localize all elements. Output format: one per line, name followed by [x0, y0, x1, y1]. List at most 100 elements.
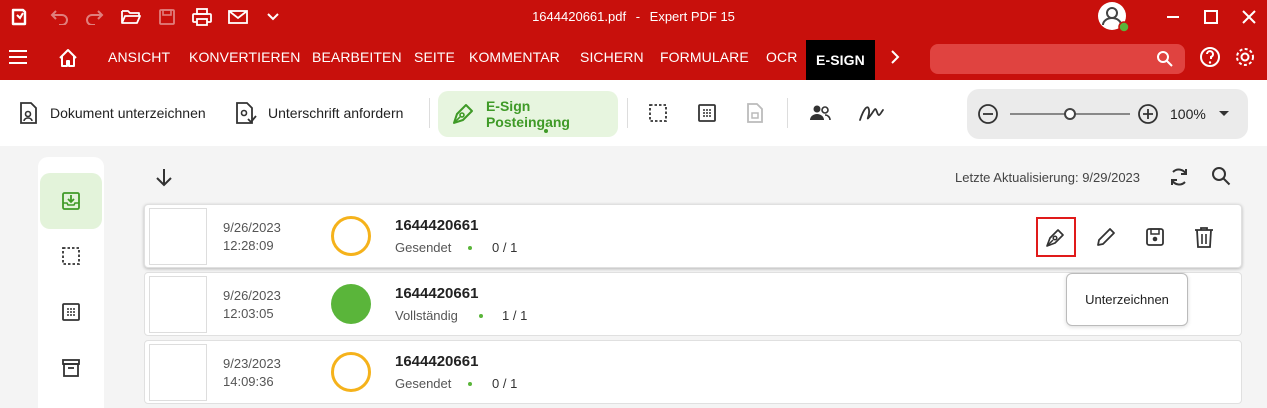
zoom-out-icon[interactable]	[977, 103, 999, 125]
window-app-name: Expert PDF 15	[649, 9, 735, 24]
document-time: 12:28:09	[223, 238, 274, 253]
user-avatar[interactable]	[1096, 0, 1130, 34]
sign-tooltip: Unterzeichnen	[1066, 273, 1188, 326]
open-folder-icon[interactable]	[118, 0, 144, 34]
menu-formulare[interactable]: FORMULARE	[660, 34, 749, 80]
menu-e-sign[interactable]: E-SIGN	[806, 40, 875, 80]
menu-ansicht[interactable]: ANSICHT	[108, 34, 170, 80]
pencil-icon	[1097, 228, 1115, 246]
archive-nav-icon[interactable]	[40, 340, 102, 396]
document-status: Gesendet	[395, 240, 452, 255]
menu-konvertieren[interactable]: KONVERTIEREN	[189, 34, 300, 80]
zoom-control: 100%	[967, 89, 1248, 139]
zoom-slider-thumb[interactable]	[1064, 108, 1076, 120]
zoom-in-icon[interactable]	[1137, 103, 1159, 125]
trash-icon	[1195, 227, 1213, 248]
request-signature-icon	[236, 102, 257, 124]
zoom-value: 100%	[1170, 106, 1206, 122]
document-thumbnail	[149, 276, 207, 333]
delete-button[interactable]	[1184, 217, 1224, 257]
sign-document-icon	[20, 102, 37, 124]
document-time: 14:09:36	[223, 374, 274, 389]
edit-button[interactable]	[1086, 217, 1126, 257]
zoom-dropdown-chevron-icon[interactable]	[1218, 109, 1230, 119]
status-separator-dot	[468, 382, 472, 386]
gear-icon[interactable]	[1234, 34, 1256, 80]
menu-bearbeiten[interactable]: BEARBEITEN	[312, 34, 402, 80]
pen-nib-icon	[1046, 229, 1064, 247]
document-name: 1644420661	[395, 217, 479, 234]
pen-nib-icon	[452, 104, 473, 124]
menu-sichern[interactable]: SICHERN	[580, 34, 644, 80]
list-item[interactable]: 9/23/2023 14:09:36 1644420661 Gesendet 0…	[144, 340, 1242, 404]
sign-document-label: Dokument unterzeichnen	[50, 105, 206, 121]
signature-count: 1 / 1	[502, 308, 528, 323]
close-icon[interactable]	[1234, 0, 1264, 34]
contacts-icon[interactable]	[808, 80, 842, 146]
signature-count: 0 / 1	[492, 240, 518, 255]
selection-nav-icon[interactable]	[40, 228, 102, 284]
ribbon-divider	[627, 98, 628, 128]
menu-more-chevron-icon[interactable]	[888, 34, 902, 80]
document-thumbnail	[149, 208, 207, 265]
menu-seite[interactable]: SEITE	[414, 34, 455, 80]
home-icon[interactable]	[57, 34, 79, 80]
save-icon	[1146, 228, 1164, 246]
document-name: 1644420661	[395, 353, 479, 370]
print-icon[interactable]	[189, 0, 215, 34]
help-icon[interactable]	[1199, 34, 1221, 80]
maximize-icon[interactable]	[1196, 0, 1226, 34]
signature-count: 0 / 1	[492, 376, 518, 391]
forms-nav-icon[interactable]	[40, 284, 102, 340]
last-update-text: Letzte Aktualisierung: 9/29/2023	[955, 170, 1141, 185]
save-button[interactable]	[1135, 217, 1175, 257]
sign-button[interactable]	[1036, 217, 1076, 257]
document-datetime: 9/23/2023 14:09:36	[223, 355, 281, 391]
esign-inbox-label: E-Sign Posteingang	[485, 98, 570, 130]
list-item[interactable]: 9/26/2023 12:28:09 1644420661 Gesendet 0…	[144, 204, 1242, 268]
esign-inbox-button[interactable]: E-Sign Posteingang	[438, 91, 618, 137]
document-time: 12:03:05	[223, 306, 274, 321]
refresh-icon[interactable]	[1166, 164, 1192, 190]
status-complete-indicator	[331, 284, 371, 324]
search-icon	[1157, 51, 1173, 67]
status-separator-dot	[468, 246, 472, 250]
document-date: 9/26/2023	[223, 288, 281, 303]
document-disabled-icon	[745, 80, 775, 146]
hamburger-menu-icon[interactable]	[8, 34, 28, 80]
minimize-icon[interactable]	[1158, 0, 1188, 34]
menu-kommentar[interactable]: KOMMENTAR	[469, 34, 560, 80]
document-datetime: 9/26/2023 12:28:09	[223, 219, 281, 255]
active-indicator-dot	[544, 129, 548, 133]
menu-ocr[interactable]: OCR	[766, 34, 797, 80]
document-status: Gesendet	[395, 376, 452, 391]
document-date: 9/26/2023	[223, 220, 281, 235]
status-separator-dot	[479, 314, 483, 318]
chevron-down-icon[interactable]	[262, 0, 284, 34]
document-name: 1644420661	[395, 285, 479, 302]
ribbon-divider	[429, 98, 430, 128]
mail-icon[interactable]	[225, 0, 251, 34]
save-icon[interactable]	[154, 0, 180, 34]
form-grid-icon[interactable]	[697, 80, 727, 146]
redo-icon[interactable]	[82, 0, 108, 34]
list-search-icon[interactable]	[1209, 164, 1233, 188]
inbox-nav-icon[interactable]	[40, 173, 102, 229]
sign-document-button[interactable]: Dokument unterzeichnen	[18, 80, 206, 146]
title-bar: 1644420661.pdf - Expert PDF 15	[0, 0, 1267, 34]
document-status: Vollständig	[395, 308, 458, 323]
window-filename: 1644420661.pdf	[532, 9, 627, 24]
signature-icon[interactable]	[858, 80, 896, 146]
sort-arrow-down-icon[interactable]	[152, 165, 176, 189]
ribbon-toolbar: Dokument unterzeichnen Unterschrift anfo…	[0, 80, 1267, 146]
status-pending-indicator	[331, 352, 371, 392]
window-title-separator: -	[635, 9, 641, 24]
status-pending-indicator	[331, 216, 371, 256]
request-signature-button[interactable]: Unterschrift anfordern	[234, 80, 403, 146]
search-input[interactable]	[930, 44, 1185, 74]
document-datetime: 9/26/2023 12:03:05	[223, 287, 281, 323]
app-logo-icon	[6, 0, 32, 34]
esign-side-nav	[38, 157, 104, 408]
undo-icon[interactable]	[46, 0, 72, 34]
select-area-icon[interactable]	[648, 80, 678, 146]
